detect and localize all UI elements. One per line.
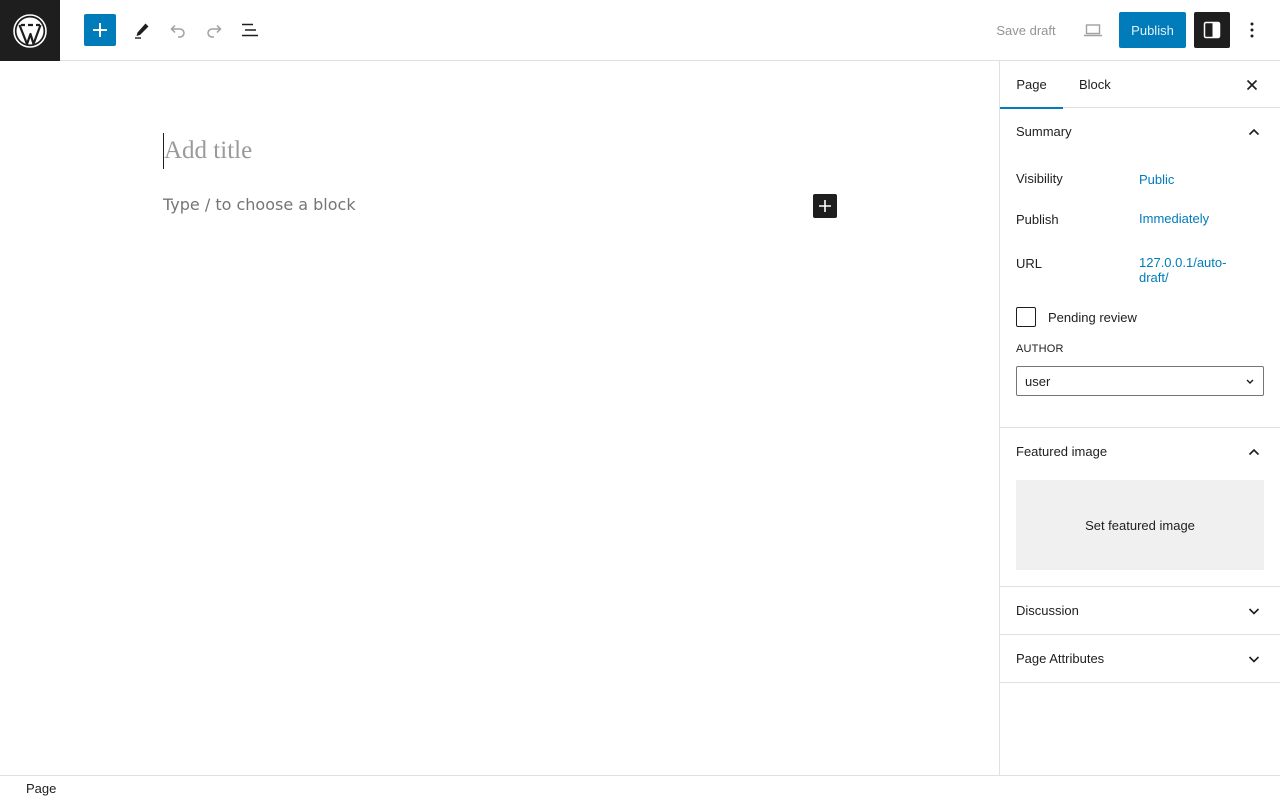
tools-button[interactable]: [126, 14, 158, 46]
summary-panel-toggle[interactable]: Summary: [1000, 108, 1280, 155]
close-sidebar-button[interactable]: [1236, 69, 1268, 101]
page-attributes-panel-toggle[interactable]: Page Attributes: [1000, 635, 1280, 682]
editor-footer: Page: [0, 775, 1280, 800]
discussion-panel-title: Discussion: [1016, 603, 1079, 618]
tab-block[interactable]: Block: [1079, 61, 1111, 108]
chevron-down-icon: [1242, 599, 1266, 623]
pencil-icon: [135, 23, 149, 39]
block-breadcrumb[interactable]: Page: [26, 781, 56, 796]
publish-date-toggle[interactable]: Immediately: [1139, 211, 1209, 226]
author-selected-value: user: [1025, 373, 1051, 389]
add-block-button[interactable]: [813, 194, 837, 218]
redo-icon: [207, 24, 222, 38]
visibility-label: Visibility: [1016, 171, 1063, 186]
publish-date-label: Publish: [1016, 212, 1059, 227]
pending-review-label: Pending review: [1048, 309, 1137, 325]
pending-review-control: Pending review: [1016, 307, 1137, 327]
summary-panel-title: Summary: [1016, 124, 1072, 139]
featured-image-panel-toggle[interactable]: Featured image: [1000, 428, 1280, 475]
chevron-up-icon: [1242, 120, 1266, 144]
block-inserter-button[interactable]: [84, 14, 116, 46]
preview-button[interactable]: [1077, 14, 1109, 46]
title-placeholder: Add title: [164, 137, 253, 164]
summary-panel: Summary Visibility Public Publish Immedi…: [1000, 108, 1280, 428]
author-label: AUTHOR: [1016, 343, 1064, 355]
wordpress-logo[interactable]: [0, 0, 60, 61]
visibility-toggle[interactable]: Public: [1139, 172, 1174, 187]
undo-button[interactable]: [162, 14, 194, 46]
laptop-icon: [1084, 24, 1102, 37]
author-select[interactable]: user: [1016, 366, 1264, 396]
redo-button[interactable]: [198, 14, 230, 46]
editor-canvas: Add title Type / to choose a block: [0, 61, 999, 775]
default-block-appender[interactable]: Type / to choose a block: [163, 195, 356, 214]
chevron-down-icon: [1243, 374, 1257, 391]
url-toggle[interactable]: 127.0.0.1/auto- draft/: [1139, 255, 1226, 285]
page-attributes-panel-title: Page Attributes: [1016, 651, 1105, 666]
url-line-1: 127.0.0.1/auto-: [1139, 255, 1227, 270]
discussion-panel-toggle[interactable]: Discussion: [1000, 587, 1280, 634]
set-featured-image-button[interactable]: Set featured image: [1016, 480, 1264, 570]
featured-image-panel-title: Featured image: [1016, 444, 1108, 459]
url-label: URL: [1016, 256, 1043, 271]
document-overview-button[interactable]: [234, 14, 266, 46]
sidebar-tabs: Page Block: [1000, 61, 1280, 109]
post-title-input[interactable]: Add title: [163, 133, 843, 169]
options-menu-button[interactable]: [1236, 14, 1268, 46]
chevron-down-icon: [1242, 647, 1266, 671]
plus-icon: [819, 200, 831, 212]
featured-image-panel: Featured image Set featured image: [1000, 428, 1280, 587]
save-draft-button[interactable]: Save draft: [984, 14, 1068, 46]
chevron-up-icon: [1242, 440, 1266, 464]
undo-icon: [170, 24, 185, 38]
url-line-2: draft/: [1139, 270, 1169, 285]
pending-review-checkbox[interactable]: [1016, 307, 1036, 327]
settings-sidebar: Page Block Summary Visibility Public Pub…: [999, 61, 1280, 775]
page-attributes-panel: Page Attributes: [1000, 635, 1280, 683]
plus-icon: [93, 23, 107, 37]
sidebar-toggle-icon: [1203, 21, 1221, 39]
more-vertical-icon: [1250, 22, 1254, 38]
settings-toggle-button[interactable]: [1194, 12, 1230, 48]
publish-button[interactable]: Publish: [1119, 12, 1186, 48]
editor-header: Save draft Publish: [0, 0, 1280, 61]
list-view-icon: [242, 23, 258, 37]
close-icon: [1246, 79, 1258, 91]
tab-page[interactable]: Page: [1000, 61, 1063, 109]
discussion-panel: Discussion: [1000, 587, 1280, 635]
